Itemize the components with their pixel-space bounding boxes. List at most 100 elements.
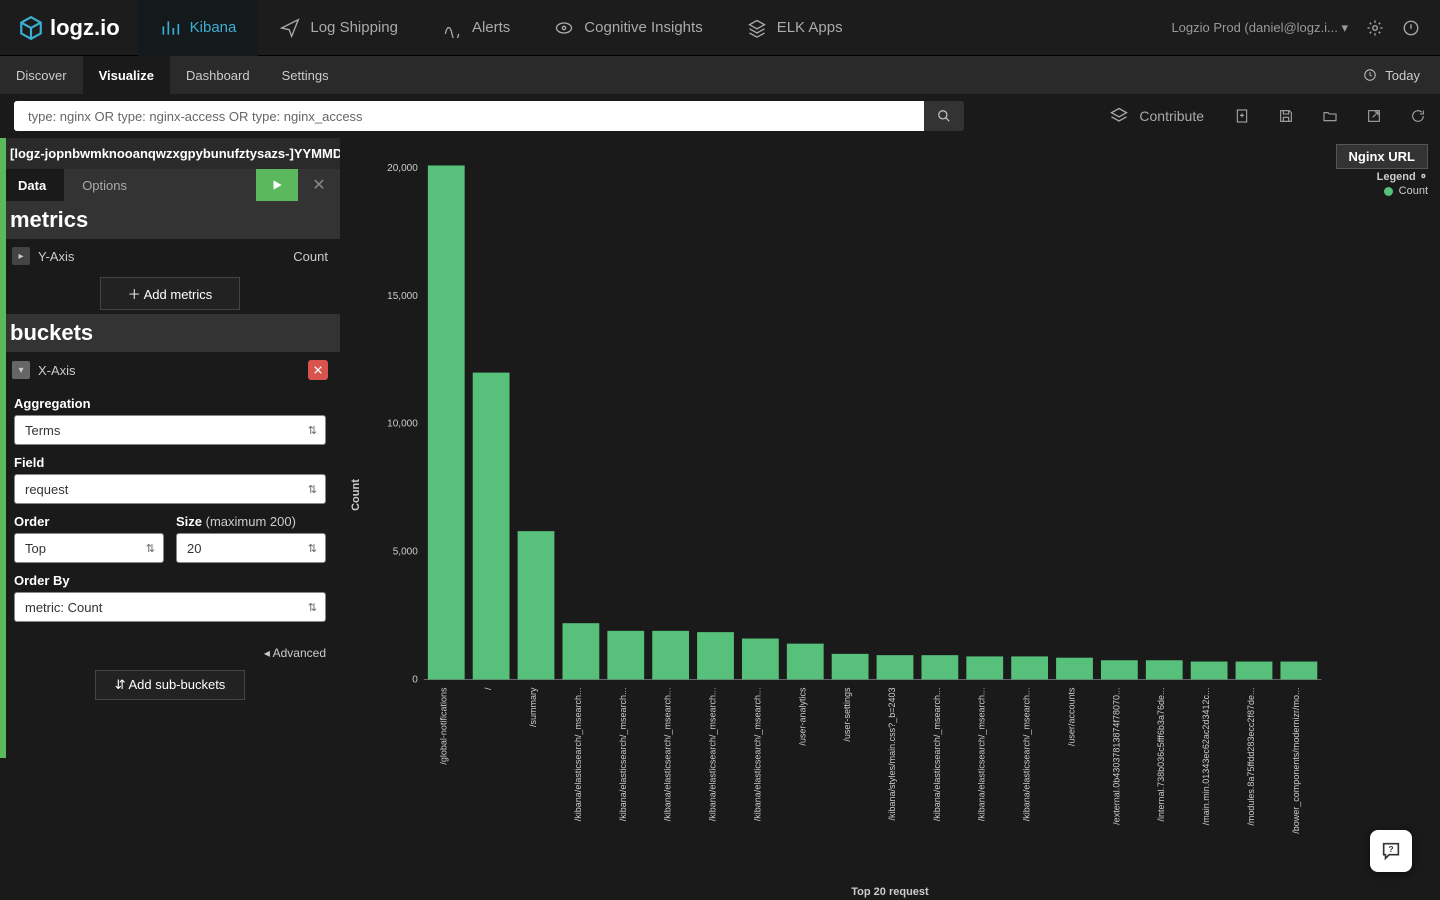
chart-area: Nginx URL Legend ⚬ Count Count 0 5,000 10,… xyxy=(340,138,1440,900)
orderby-select[interactable]: metric: Count xyxy=(14,592,326,622)
nav-alerts[interactable]: Alerts xyxy=(420,0,532,56)
contribute-label: Contribute xyxy=(1139,108,1204,124)
apply-button[interactable] xyxy=(256,169,298,201)
nav-label: Kibana xyxy=(190,19,237,36)
save-icon[interactable] xyxy=(1278,108,1294,124)
layers-icon xyxy=(1109,106,1129,126)
svg-text:/global-notifications: /global-notifications xyxy=(438,687,448,765)
x-axis-title: Top 20 request xyxy=(851,886,928,898)
config-sidebar: [logz-jopnbwmknooanqwzxgpybunufztysazs-]… xyxy=(0,138,340,900)
svg-text:/bower_components/modernizr/mo: /bower_components/modernizr/mo... xyxy=(1291,687,1301,833)
nav-label: Log Shipping xyxy=(310,19,398,36)
chart-title: Nginx URL xyxy=(1336,144,1428,169)
help-button[interactable]: ? xyxy=(1370,830,1412,872)
tab-options[interactable]: Options xyxy=(64,169,145,201)
svg-text:/kibana/styles/main.css?_b=240: /kibana/styles/main.css?_b=2403 xyxy=(887,687,897,820)
yaxis-row[interactable]: ▸ Y-Axis Count xyxy=(0,239,340,273)
delete-bucket-button[interactable] xyxy=(308,360,328,380)
nav-label: ELK Apps xyxy=(777,19,843,36)
chat-icon: ? xyxy=(1380,840,1402,862)
search-button[interactable] xyxy=(924,101,964,131)
buckets-header: buckets xyxy=(0,314,340,352)
bars-icon xyxy=(160,18,180,38)
new-icon[interactable] xyxy=(1234,108,1250,124)
nav-label: Cognitive Insights xyxy=(584,19,702,36)
yaxis-value: Count xyxy=(293,249,328,264)
logo-icon xyxy=(18,15,44,41)
size-label: Size (maximum 200) xyxy=(176,514,326,529)
svg-text:15,000: 15,000 xyxy=(387,291,418,302)
tab-data[interactable]: Data xyxy=(0,169,64,201)
subnav-settings[interactable]: Settings xyxy=(266,56,345,94)
search-input[interactable] xyxy=(14,101,924,131)
svg-text:/internal.738b036c5fff6b3a76de: /internal.738b036c5fff6b3a76de... xyxy=(1156,687,1166,821)
svg-text:/user-settings: /user-settings xyxy=(842,687,852,742)
orderby-label: Order By xyxy=(14,573,326,588)
field-select[interactable]: request xyxy=(14,474,326,504)
refresh-icon[interactable] xyxy=(1410,108,1426,124)
size-input[interactable]: 20 xyxy=(176,533,326,563)
sub-nav: Discover Visualize Dashboard Settings To… xyxy=(0,56,1440,94)
subnav-dashboard[interactable]: Dashboard xyxy=(170,56,266,94)
add-metrics-button[interactable]: ＋ Add metrics xyxy=(100,277,240,310)
legend-header: Legend ⚬ xyxy=(1377,170,1428,183)
time-picker[interactable]: Today xyxy=(1363,68,1440,83)
svg-text:10,000: 10,000 xyxy=(387,419,418,430)
metrics-header: metrics xyxy=(0,201,340,239)
svg-text:/summary: /summary xyxy=(528,687,538,727)
svg-text:/kibana/elasticsearch/_msearch: /kibana/elasticsearch/_msearch... xyxy=(932,687,942,821)
nav-elk-apps[interactable]: ELK Apps xyxy=(725,0,865,56)
signal-icon xyxy=(442,18,462,38)
logout-icon[interactable] xyxy=(1402,19,1420,37)
svg-text:5,000: 5,000 xyxy=(393,547,418,558)
add-sub-buckets-button[interactable]: ⇵ Add sub-buckets xyxy=(95,670,245,700)
nav-kibana[interactable]: Kibana xyxy=(138,0,259,56)
svg-text:/kibana/elasticsearch/_msearch: /kibana/elasticsearch/_msearch... xyxy=(618,687,628,821)
time-label: Today xyxy=(1385,68,1420,83)
svg-text:/kibana/elasticsearch/_msearch: /kibana/elasticsearch/_msearch... xyxy=(1022,687,1032,821)
aggregation-select[interactable]: Terms xyxy=(14,415,326,445)
legend-label: Count xyxy=(1399,185,1428,197)
layers-icon xyxy=(747,18,767,38)
bar-chart: 0 5,000 10,000 15,000 20,000/global-notifica… xyxy=(360,158,1340,880)
svg-text:/external.0b43037813874f78070.: /external.0b43037813874f78070... xyxy=(1111,687,1121,824)
svg-text:/kibana/elasticsearch/_msearch: /kibana/elasticsearch/_msearch... xyxy=(977,687,987,821)
brand-logo[interactable]: logz.io xyxy=(0,15,138,41)
brand-text: logz.io xyxy=(50,15,120,41)
xaxis-row[interactable]: ▾ X-Axis xyxy=(0,352,340,388)
subnav-discover[interactable]: Discover xyxy=(0,56,83,94)
order-select[interactable]: Top xyxy=(14,533,164,563)
svg-text:/: / xyxy=(483,687,493,690)
share-icon[interactable] xyxy=(1366,108,1382,124)
svg-text:/main.min.01343ec62ac2d3412c..: /main.min.01343ec62ac2d3412c... xyxy=(1201,687,1211,825)
legend-dot-icon xyxy=(1384,187,1393,196)
nav-cognitive[interactable]: Cognitive Insights xyxy=(532,0,724,56)
status-bar xyxy=(0,138,6,758)
top-nav: logz.io Kibana Log Shipping Alerts Cogni… xyxy=(0,0,1440,56)
svg-text:/kibana/elasticsearch/_msearch: /kibana/elasticsearch/_msearch... xyxy=(573,687,583,821)
subnav-visualize[interactable]: Visualize xyxy=(83,56,170,94)
gear-icon[interactable] xyxy=(1366,19,1384,37)
discard-button[interactable]: ✕ xyxy=(298,169,340,201)
xaxis-label: X-Axis xyxy=(38,363,76,378)
svg-text:20,000: 20,000 xyxy=(387,163,418,174)
account-selector[interactable]: Logzio Prod (daniel@logz.i... ▾ xyxy=(1171,20,1348,36)
nav-log-shipping[interactable]: Log Shipping xyxy=(258,0,420,56)
caret-down-icon: ▾ xyxy=(12,361,30,379)
query-toolbar: Contribute xyxy=(0,94,1440,138)
svg-text:0: 0 xyxy=(412,674,418,685)
contribute-button[interactable]: Contribute xyxy=(1109,106,1204,126)
svg-text:/kibana/elasticsearch/_msearch: /kibana/elasticsearch/_msearch... xyxy=(663,687,673,821)
svg-text:?: ? xyxy=(1388,845,1393,854)
folder-open-icon[interactable] xyxy=(1322,108,1338,124)
send-icon xyxy=(280,18,300,38)
index-pattern[interactable]: [logz-jopnbwmknooanqwzxgpybunufztysazs-]… xyxy=(0,138,340,169)
svg-text:/kibana/elasticsearch/_msearch: /kibana/elasticsearch/_msearch... xyxy=(752,687,762,821)
order-label: Order xyxy=(14,514,164,529)
caret-right-icon: ▸ xyxy=(12,247,30,265)
advanced-toggle[interactable]: ◂ Advanced xyxy=(0,640,340,666)
play-icon xyxy=(270,178,284,192)
field-label: Field xyxy=(14,455,326,470)
chart-legend[interactable]: Legend ⚬ Count xyxy=(1377,170,1428,197)
search-icon xyxy=(937,109,951,123)
